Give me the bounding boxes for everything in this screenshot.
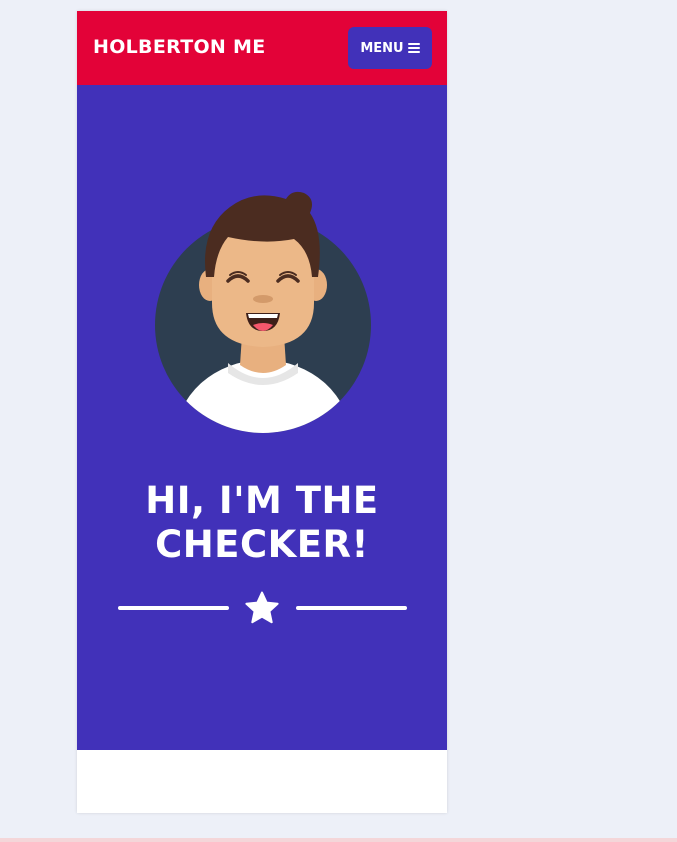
bottom-edge [0, 838, 677, 842]
hero-title: HI, I'M THE CHECKER! [145, 479, 379, 566]
bars-icon [407, 43, 420, 53]
menu-button-label: MENU [360, 40, 404, 56]
star-icon [245, 591, 279, 624]
menu-button[interactable]: MENU [348, 27, 432, 69]
hero-section: HI, I'M THE CHECKER! [77, 85, 447, 750]
navbar: HOLBERTON ME MENU [77, 11, 447, 85]
page-frame: HOLBERTON ME MENU HI, I'M THE CHECKER! [77, 11, 447, 813]
divider-line-left [118, 606, 229, 610]
avatar-illustration [155, 191, 371, 433]
brand-title[interactable]: HOLBERTON ME [93, 34, 266, 60]
divider-line-right [296, 606, 407, 610]
star-divider [118, 590, 408, 626]
